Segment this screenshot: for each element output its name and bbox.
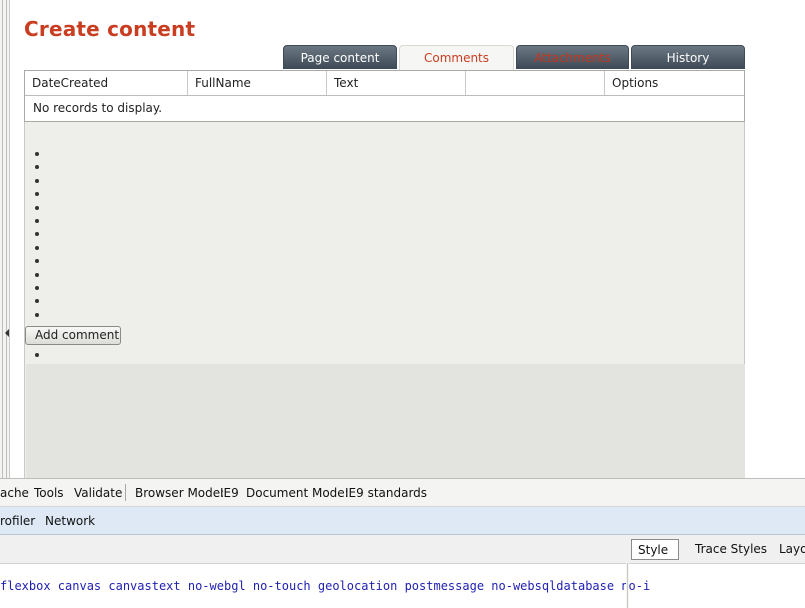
browser-mode-value[interactable]: IE9: [220, 486, 239, 500]
tab-profiler[interactable]: rofiler: [0, 514, 35, 528]
developer-tools: ache Tools Validate Browser Mode: IE9 Do…: [0, 478, 805, 608]
list-bullet: [35, 219, 39, 223]
column-options[interactable]: Options: [605, 71, 744, 95]
document-mode-value[interactable]: IE9 standards: [345, 486, 427, 500]
grid-empty-row: No records to display.: [33, 101, 163, 115]
list-bullet: [35, 152, 39, 156]
list-bullet: [35, 205, 39, 210]
pane-separator-line[interactable]: [627, 563, 628, 608]
splitter-grip[interactable]: [2, 0, 7, 478]
devtools-tabs: rofiler Network: [0, 507, 805, 535]
column-full-name[interactable]: FullName: [188, 71, 327, 95]
list-bullet: [35, 272, 39, 277]
column-text[interactable]: Text: [327, 71, 466, 95]
add-comment-button[interactable]: Add comment: [25, 326, 121, 345]
page-title: Create content: [24, 17, 196, 41]
html-class-line: flexbox canvas canvastext no-webgl no-to…: [0, 579, 651, 593]
tab-history[interactable]: History: [631, 45, 745, 69]
column-blank[interactable]: [466, 71, 605, 95]
list-bullet: [35, 286, 39, 290]
left-splitter[interactable]: [0, 0, 10, 478]
tab-page-content[interactable]: Page content: [283, 45, 397, 69]
devtools-menubar: ache Tools Validate Browser Mode: IE9 Do…: [0, 479, 805, 507]
menu-validate[interactable]: Validate: [74, 486, 122, 500]
column-date-created[interactable]: DateCreated: [25, 71, 188, 95]
grid-header: DateCreated FullName Text Options: [25, 71, 744, 96]
document-mode-label[interactable]: Document Mode:: [246, 486, 349, 500]
style-tab[interactable]: Style: [631, 539, 679, 560]
menu-separator: [125, 484, 126, 501]
list-bullet: [35, 353, 39, 357]
tab-attachments[interactable]: Attachments: [516, 45, 629, 69]
browser-mode-label[interactable]: Browser Mode:: [135, 486, 224, 500]
menu-tools[interactable]: Tools: [34, 486, 64, 500]
layout-tab[interactable]: Layo: [773, 539, 805, 560]
list-bullet: [35, 245, 39, 250]
content-lower-area: [26, 364, 745, 478]
tab-network[interactable]: Network: [45, 514, 95, 528]
list-bullet: [35, 178, 39, 183]
list-bullet: [35, 312, 39, 317]
comments-grid: DateCreated FullName Text Options No rec…: [24, 70, 745, 122]
devtools-style-toolbar: Style Trace Styles Layo: [0, 535, 805, 564]
column-blank-label: [473, 77, 561, 89]
collapse-arrow-icon[interactable]: [5, 329, 9, 337]
menu-cache[interactable]: ache: [0, 486, 29, 500]
tab-comments[interactable]: Comments: [399, 45, 514, 70]
trace-styles-tab[interactable]: Trace Styles: [689, 539, 773, 560]
